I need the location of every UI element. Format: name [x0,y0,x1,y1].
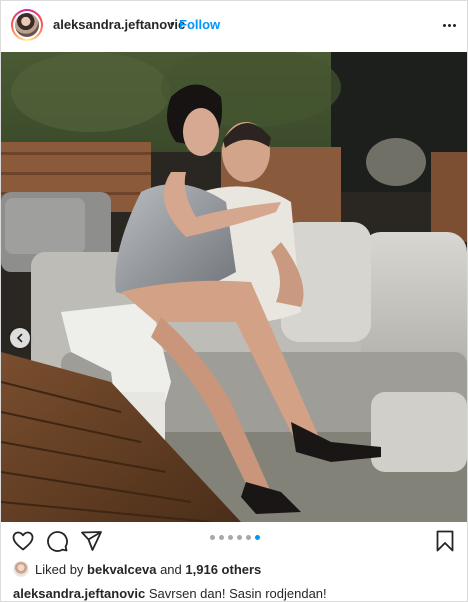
paper-plane-icon[interactable] [79,529,103,553]
more-dot [447,23,451,27]
carousel-dot [228,535,233,540]
likes-joiner: and [160,561,182,577]
carousel-dot [237,535,242,540]
more-options-icon[interactable] [439,15,459,35]
caption-text: Savrsen dan! Sasin rodjendan! [148,586,327,601]
username-link[interactable]: aleksandra.jeftanovic [53,17,185,32]
avatar-border [13,11,41,39]
more-dot [452,23,456,27]
liker-username[interactable]: bekvalceva [87,562,156,577]
follow-button[interactable]: Follow [179,17,220,32]
carousel-dot [246,535,251,540]
carousel-dot [210,535,215,540]
chevron-left-glyph [16,333,23,343]
likes-row: Liked by bekvalceva and 1,916 others [13,561,261,577]
likes-count[interactable]: 1,916 others [185,562,261,577]
carousel-indicator [210,535,260,540]
avatar-image [15,13,39,37]
chevron-left-icon[interactable] [10,328,30,348]
separator-dot: • [170,16,175,31]
likes-prefix: Liked by [35,561,84,577]
photo-illustration [1,52,467,522]
heart-icon[interactable] [11,529,35,553]
post-caption: aleksandra.jeftanovic Savrsen dan! Sasin… [13,586,327,601]
more-dot [442,23,446,27]
post-header: aleksandra.jeftanovic • Follow [1,1,467,49]
bookmark-icon[interactable] [433,529,457,553]
carousel-dot-active [255,535,260,540]
comment-icon[interactable] [45,529,69,553]
action-bar [1,525,467,557]
caption-username[interactable]: aleksandra.jeftanovic [13,586,145,601]
instagram-post: aleksandra.jeftanovic • Follow Liked by … [0,0,468,602]
carousel-dot [219,535,224,540]
liker-avatar[interactable] [13,561,29,577]
post-photo[interactable] [1,52,467,522]
avatar[interactable] [11,9,43,41]
